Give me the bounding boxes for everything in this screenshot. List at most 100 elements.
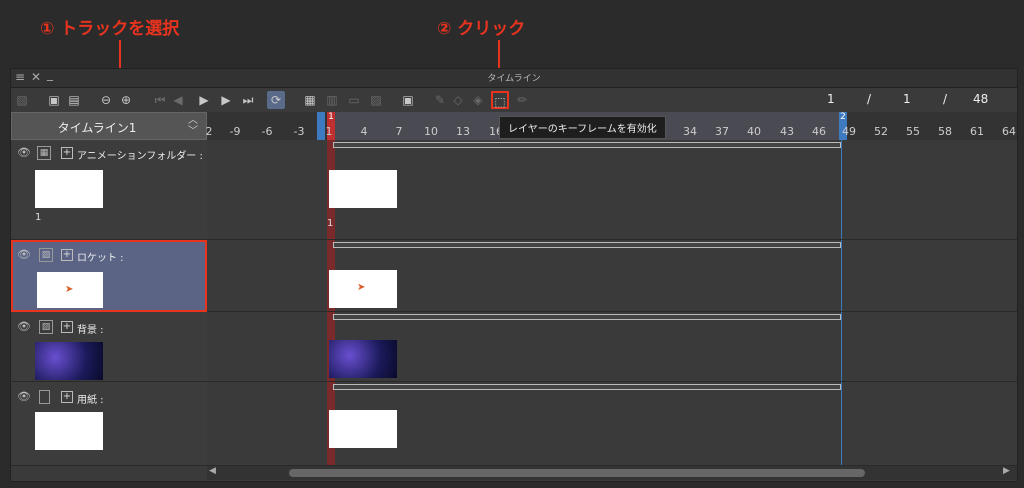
- scroll-right-icon[interactable]: ▶: [1003, 466, 1010, 476]
- eye-icon[interactable]: 👁: [17, 320, 31, 333]
- ruler-tick-label: 7: [395, 125, 403, 138]
- remove-cell-icon[interactable]: ▭: [345, 91, 363, 109]
- track-bar: [333, 314, 841, 320]
- play-icon[interactable]: ▶: [195, 91, 213, 109]
- paper-icon: [39, 390, 50, 404]
- layer-name: アニメーションフォルダー : 1: セル: [77, 151, 203, 162]
- layer-name: ロケット :: [77, 253, 124, 264]
- ruler-tick-label: -6: [261, 125, 273, 138]
- track-rocket[interactable]: ➤: [207, 240, 1017, 312]
- ruler-tick-label: 46: [812, 125, 826, 138]
- zoom-in-icon[interactable]: ⊕: [117, 91, 135, 109]
- total-frames: 48: [973, 92, 989, 106]
- ruler-tick-label: -9: [229, 125, 241, 138]
- keyframe-add-icon[interactable]: ◈: [469, 91, 487, 109]
- layer-name: 用紙 :: [77, 395, 104, 406]
- ruler-tick-label: 10: [424, 125, 438, 138]
- timeline-settings-icon[interactable]: ▣: [45, 91, 63, 109]
- zoom-out-icon[interactable]: ⊖: [97, 91, 115, 109]
- cell-thumbnail[interactable]: [329, 340, 397, 378]
- assign-cell-icon[interactable]: ▥: [323, 91, 341, 109]
- ruler-tick-label: -3: [293, 125, 305, 138]
- cell-thumbnail[interactable]: ➤: [329, 270, 397, 308]
- ruler-tick-label: 2: [205, 125, 213, 138]
- end-frame: 1: [903, 92, 911, 106]
- new-cell-icon[interactable]: ▦: [301, 91, 319, 109]
- layer-list: 👁 ▦ + アニメーションフォルダー : 1: セル 1 👁 ▨ + ロケット …: [11, 140, 207, 466]
- step2-annotation: ② クリック: [437, 19, 526, 39]
- track-animation-folder[interactable]: 1: [207, 140, 1017, 240]
- ruler-tick-label: 49: [842, 125, 856, 138]
- rocket-icon: ➤: [357, 282, 366, 293]
- expand-icon[interactable]: +: [61, 321, 73, 333]
- expand-icon[interactable]: +: [61, 147, 73, 159]
- frame-settings-icon[interactable]: ▤: [65, 91, 83, 109]
- step1-annotation: ① トラックを選択: [40, 19, 180, 39]
- timeline-select[interactable]: タイムライン1 ︿ ﹀: [11, 112, 207, 140]
- frame-sep-1: /: [867, 92, 872, 106]
- rocket-icon: ➤: [65, 284, 74, 295]
- cell-thumbnail[interactable]: [329, 170, 397, 208]
- timeline-panel: ≡ ✕ _ タイムライン ▧ ▣ ▤ ⊖ ⊕ ⏮ ◀ ▶ ▶ ⏭ ⟳ ▦ ▥ ▭…: [10, 67, 1018, 482]
- window-title: タイムライン: [487, 74, 541, 84]
- ruler-tick-label: 52: [874, 125, 888, 138]
- horizontal-scrollbar[interactable]: ◀ ▶: [207, 466, 1017, 480]
- last-frame-icon[interactable]: ⏭: [239, 91, 257, 109]
- timeline-tracks: 1 ➤: [207, 140, 1017, 466]
- ruler-tick-label: 55: [906, 125, 920, 138]
- track-bar: [333, 242, 841, 248]
- layer-row-animation-folder[interactable]: 👁 ▦ + アニメーションフォルダー : 1: セル 1: [11, 140, 207, 240]
- ruler-tick-label: 34: [683, 125, 697, 138]
- layer-row-paper[interactable]: 👁 + 用紙 :: [11, 382, 207, 466]
- eye-icon[interactable]: 👁: [17, 146, 31, 159]
- ruler-tick-label: 1: [325, 125, 333, 138]
- eye-icon[interactable]: 👁: [17, 248, 31, 261]
- track-background[interactable]: [207, 312, 1017, 382]
- ruler-tick-label: 61: [970, 125, 984, 138]
- toolbar: ▧ ▣ ▤ ⊖ ⊕ ⏮ ◀ ▶ ▶ ⏭ ⟳ ▦ ▥ ▭ ▨ ▣ ✎ ◇ ◈ ⬚ …: [11, 88, 1017, 112]
- expand-icon[interactable]: +: [61, 249, 73, 261]
- layer-thumbnail: [35, 170, 103, 208]
- interpolation-icon[interactable]: ◇: [449, 91, 467, 109]
- raster-layer-icon: ▨: [39, 320, 53, 334]
- keyframe-tooltip: レイヤーのキーフレームを有効化: [499, 116, 666, 139]
- camera-work-icon[interactable]: ✎: [431, 91, 449, 109]
- current-frame: 1: [827, 92, 835, 106]
- layer-row-background[interactable]: 👁 ▨ + 背景 :: [11, 312, 207, 382]
- folder-icon: ▦: [37, 146, 51, 160]
- title-bar: ≡ ✕ _ タイムライン: [11, 67, 1017, 88]
- scroll-left-icon[interactable]: ◀: [209, 466, 216, 476]
- cell-thumbnail[interactable]: [329, 410, 397, 448]
- loop-icon[interactable]: ⟳: [267, 91, 285, 109]
- eye-icon[interactable]: 👁: [17, 390, 31, 403]
- expand-icon[interactable]: +: [61, 391, 73, 403]
- track-bar: [333, 384, 841, 390]
- track-bar: [333, 142, 841, 148]
- ruler-tick-label: 64: [1002, 125, 1016, 138]
- ruler-tick-label: 43: [780, 125, 794, 138]
- enable-layer-keyframes-icon[interactable]: ⬚: [491, 91, 509, 109]
- ruler-tick-label: 4: [360, 125, 368, 138]
- cell-spec-icon[interactable]: ▨: [367, 91, 385, 109]
- frame-label: 1: [35, 212, 42, 223]
- ruler-tick-label: 13: [456, 125, 470, 138]
- onion-skin-icon[interactable]: ▣: [399, 91, 417, 109]
- ruler-tick-label: 40: [747, 125, 761, 138]
- layer-row-rocket[interactable]: 👁 ▨ + ロケット : ➤: [11, 240, 207, 312]
- ruler-tick-label: 37: [715, 125, 729, 138]
- layer-thumbnail: [35, 412, 103, 450]
- cell-label: 1: [327, 218, 334, 229]
- next-frame-icon[interactable]: ▶: [217, 91, 235, 109]
- raster-layer-icon: ▨: [39, 248, 53, 262]
- layer-name: 背景 :: [77, 325, 104, 336]
- track-paper[interactable]: [207, 382, 1017, 466]
- scroll-thumb[interactable]: [289, 469, 865, 477]
- first-frame-icon[interactable]: ⏮: [151, 91, 169, 109]
- ruler-tick-label: 58: [938, 125, 952, 138]
- prev-frame-icon[interactable]: ◀: [169, 91, 187, 109]
- new-timeline-icon[interactable]: ▧: [13, 91, 31, 109]
- layer-thumbnail: ➤: [37, 272, 103, 308]
- edit-pen-icon[interactable]: ✏: [513, 91, 531, 109]
- timeline-select-value: タイムライン1: [57, 121, 137, 135]
- layer-thumbnail: [35, 342, 103, 380]
